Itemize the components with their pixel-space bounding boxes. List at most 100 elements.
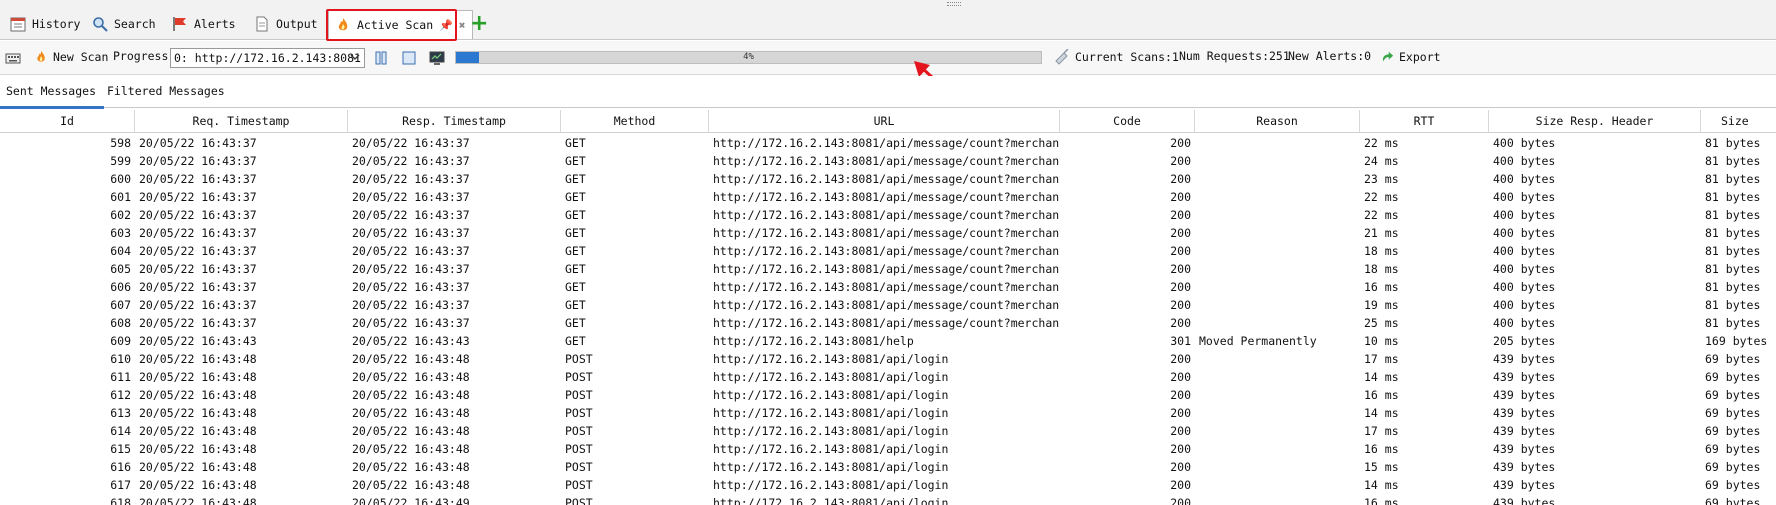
- table-row[interactable]: 601 20/05/22 16:43:37 20/05/22 16:43:37 GET…: [0, 188, 1776, 206]
- table-row[interactable]: 600 20/05/22 16:43:37 20/05/22 16:43:37 GET…: [0, 170, 1776, 188]
- tab-sent-messages[interactable]: Sent Messages: [0, 84, 105, 109]
- table-row[interactable]: 598 20/05/22 16:43:37 20/05/22 16:43:37 GET…: [0, 134, 1776, 152]
- cell-id: 615: [110, 442, 131, 456]
- table-row[interactable]: 617 20/05/22 16:43:48 20/05/22 16:43:48 POS…: [0, 476, 1776, 494]
- stop-icon[interactable]: [401, 50, 417, 66]
- cell-id: 598: [110, 136, 131, 150]
- cell-resp-timestamp: 20/05/22 16:43:48: [352, 460, 470, 474]
- column-header-code[interactable]: Code: [1060, 110, 1195, 133]
- progress-scan-select[interactable]: 0: http://172.16.2.143:8081: [170, 48, 365, 68]
- current-scans-label: Current Scans:1: [1075, 50, 1179, 64]
- table-row[interactable]: 608 20/05/22 16:43:37 20/05/22 16:43:37 GET…: [0, 314, 1776, 332]
- column-header-id[interactable]: Id: [0, 110, 135, 133]
- column-header-resp-timestamp[interactable]: Resp. Timestamp: [348, 110, 561, 133]
- column-header-rtt[interactable]: RTT: [1360, 110, 1489, 133]
- cell-resp-timestamp: 20/05/22 16:43:37: [352, 172, 470, 186]
- cell-reason: [1195, 386, 1360, 404]
- cell-reason: [1195, 152, 1360, 170]
- cell-size-resp-header: 400 bytes: [1493, 244, 1556, 258]
- tab-filtered-messages[interactable]: Filtered Messages: [107, 84, 225, 98]
- cell-url: http://172.16.2.143:8081/api/login: [713, 478, 949, 492]
- column-header-size-resp-header[interactable]: Size Resp. Header: [1489, 110, 1701, 133]
- cell-method: GET: [565, 244, 586, 258]
- cell-size-resp-header: 439 bytes: [1493, 388, 1556, 402]
- table-row[interactable]: 614 20/05/22 16:43:48 20/05/22 16:43:48 POS…: [0, 422, 1776, 440]
- cell-rtt: 16 ms: [1364, 442, 1399, 456]
- tab-alerts[interactable]: Alerts: [166, 10, 242, 38]
- table-row[interactable]: 611 20/05/22 16:43:48 20/05/22 16:43:48 POS…: [0, 368, 1776, 386]
- cell-size-resp-header: 439 bytes: [1493, 478, 1556, 492]
- pin-icon[interactable]: 📌: [439, 19, 453, 32]
- cell-size-resp-header: 439 bytes: [1493, 424, 1556, 438]
- table-row[interactable]: 599 20/05/22 16:43:37 20/05/22 16:43:37 GET…: [0, 152, 1776, 170]
- panel-resize-grip[interactable]: [947, 2, 961, 6]
- cell-req-timestamp: 20/05/22 16:43:48: [139, 442, 257, 456]
- cell-size-resp-header: 205 bytes: [1493, 334, 1556, 348]
- cell-code: 200: [1170, 136, 1191, 150]
- column-header-size-resp-body[interactable]: Size: [1701, 110, 1776, 133]
- num-requests-label: Num Requests:251: [1179, 49, 1290, 63]
- table-row[interactable]: 607 20/05/22 16:43:37 20/05/22 16:43:37 GET…: [0, 296, 1776, 314]
- table-row[interactable]: 616 20/05/22 16:43:48 20/05/22 16:43:48 POS…: [0, 458, 1776, 476]
- column-header-url[interactable]: URL: [709, 110, 1060, 133]
- cell-method: POST: [565, 442, 593, 456]
- cell-url: http://172.16.2.143:8081/api/message/cou…: [713, 298, 1060, 312]
- close-tab-icon[interactable]: ✖: [459, 19, 466, 32]
- cell-size-resp-body: 81 bytes: [1705, 316, 1761, 330]
- progress-select-value: 0: http://172.16.2.143:8081: [174, 51, 361, 65]
- cell-reason: [1195, 134, 1360, 152]
- table-row[interactable]: 605 20/05/22 16:43:37 20/05/22 16:43:37 GET…: [0, 260, 1776, 278]
- cell-req-timestamp: 20/05/22 16:43:43: [139, 334, 257, 348]
- table-row[interactable]: 604 20/05/22 16:43:37 20/05/22 16:43:37 GET…: [0, 242, 1776, 260]
- tab-search[interactable]: Search: [86, 10, 162, 38]
- pause-icon[interactable]: [373, 50, 389, 66]
- cell-reason: [1195, 170, 1360, 188]
- cell-url: http://172.16.2.143:8081/api/message/cou…: [713, 226, 1060, 240]
- table-row[interactable]: 602 20/05/22 16:43:37 20/05/22 16:43:37 GET…: [0, 206, 1776, 224]
- cell-reason: [1195, 368, 1360, 386]
- cell-req-timestamp: 20/05/22 16:43:37: [139, 280, 257, 294]
- export-icon: [1382, 51, 1394, 62]
- cell-size-resp-body: 81 bytes: [1705, 154, 1761, 168]
- tab-output[interactable]: Output: [248, 10, 324, 38]
- cell-resp-timestamp: 20/05/22 16:43:37: [352, 190, 470, 204]
- cell-resp-timestamp: 20/05/22 16:43:37: [352, 136, 470, 150]
- cell-rtt: 14 ms: [1364, 370, 1399, 384]
- keyboard-icon[interactable]: [5, 50, 21, 66]
- fire-icon: [338, 18, 348, 31]
- column-header-req-timestamp[interactable]: Req. Timestamp: [135, 110, 348, 133]
- export-button[interactable]: Export: [1380, 49, 1441, 65]
- tab-active-scan[interactable]: Active Scan 📌 ✖: [328, 10, 473, 39]
- cell-id: 607: [110, 298, 131, 312]
- cell-url: http://172.16.2.143:8081/api/message/cou…: [713, 208, 1060, 222]
- tab-history[interactable]: History: [4, 10, 86, 38]
- add-tab-icon[interactable]: +: [470, 13, 488, 35]
- table-row[interactable]: 609 20/05/22 16:43:43 20/05/22 16:43:43 GET…: [0, 332, 1776, 350]
- cell-size-resp-body: 81 bytes: [1705, 244, 1761, 258]
- messages-table-header: Id Req. Timestamp Resp. Timestamp Method…: [0, 110, 1776, 133]
- cell-id: 612: [110, 388, 131, 402]
- table-row[interactable]: 612 20/05/22 16:43:48 20/05/22 16:43:48 POS…: [0, 386, 1776, 404]
- cell-size-resp-header: 439 bytes: [1493, 406, 1556, 420]
- cell-id: 602: [110, 208, 131, 222]
- cell-reason: [1195, 404, 1360, 422]
- table-row[interactable]: 606 20/05/22 16:43:37 20/05/22 16:43:37 GET…: [0, 278, 1776, 296]
- table-row[interactable]: 610 20/05/22 16:43:48 20/05/22 16:43:48 POS…: [0, 350, 1776, 368]
- cell-code: 301: [1170, 334, 1191, 348]
- table-row[interactable]: 618 20/05/22 16:43:48 20/05/22 16:43:49 POS…: [0, 494, 1776, 505]
- cell-id: 611: [110, 370, 131, 384]
- cell-rtt: 19 ms: [1364, 298, 1399, 312]
- scan-monitor-icon[interactable]: [429, 50, 445, 66]
- table-row[interactable]: 613 20/05/22 16:43:48 20/05/22 16:43:48 POS…: [0, 404, 1776, 422]
- cell-size-resp-header: 400 bytes: [1493, 172, 1556, 186]
- table-row[interactable]: 603 20/05/22 16:43:37 20/05/22 16:43:37 GET…: [0, 224, 1776, 242]
- cell-rtt: 16 ms: [1364, 280, 1399, 294]
- cell-code: 200: [1170, 190, 1191, 204]
- table-row[interactable]: 615 20/05/22 16:43:48 20/05/22 16:43:48 POS…: [0, 440, 1776, 458]
- cell-rtt: 14 ms: [1364, 406, 1399, 420]
- new-scan-button[interactable]: New Scan: [34, 49, 108, 65]
- column-header-reason[interactable]: Reason: [1195, 110, 1360, 133]
- cell-url: http://172.16.2.143:8081/api/login: [713, 442, 949, 456]
- tab-label: Output: [276, 17, 318, 31]
- column-header-method[interactable]: Method: [561, 110, 709, 133]
